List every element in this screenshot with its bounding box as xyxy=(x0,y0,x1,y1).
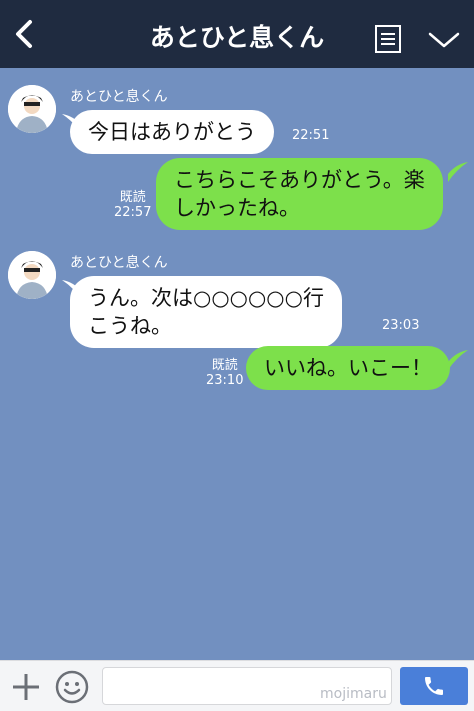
bubble-tail xyxy=(448,350,468,370)
message-bubble[interactable]: こちらこそありがとう。楽 しかったね。 xyxy=(156,158,443,230)
chat-area[interactable]: あとひと息くん 今日はありがとう 22:51 既読 22:57 こちらこそありが… xyxy=(0,68,474,660)
message-bubble[interactable]: うん。次は○○○○○○行 こうね。 xyxy=(70,276,342,348)
message-time: 23:10 xyxy=(206,373,244,388)
back-icon[interactable] xyxy=(10,16,38,52)
sender-name: あとひと息くん xyxy=(70,89,168,105)
message-line: こちらこそありがとう。楽 xyxy=(174,168,425,192)
avatar-person-icon xyxy=(8,85,56,133)
avatar[interactable] xyxy=(8,85,56,133)
message-composer: mojimaru xyxy=(0,660,474,711)
message-input[interactable] xyxy=(102,667,392,705)
chat-header: あとひと息くん xyxy=(0,0,474,68)
message-time: 23:03 xyxy=(382,318,420,333)
read-receipt: 既読 23:10 xyxy=(206,358,243,388)
phone-icon xyxy=(425,677,443,695)
call-button[interactable] xyxy=(400,667,468,705)
message-line: うん。次は○○○○○○行 xyxy=(88,286,324,310)
smiley-icon[interactable] xyxy=(54,669,90,705)
chevron-down-icon[interactable] xyxy=(428,30,460,50)
read-label: 既読 xyxy=(211,358,238,373)
message-line: しかったね。 xyxy=(174,196,300,220)
message-time: 22:57 xyxy=(114,205,152,220)
message-line: 今日はありがとう xyxy=(88,120,256,144)
plus-icon[interactable] xyxy=(10,671,42,703)
sender-name: あとひと息くん xyxy=(70,255,168,271)
message-bubble[interactable]: いいね。いこー！ xyxy=(246,346,450,390)
message-time: 22:51 xyxy=(292,128,330,143)
chat-title: あとひと息くん xyxy=(149,23,325,52)
read-label: 既読 xyxy=(119,190,146,205)
read-receipt: 既読 22:57 xyxy=(114,190,151,220)
avatar-person-icon xyxy=(8,251,56,299)
message-bubble[interactable]: 今日はありがとう xyxy=(70,110,274,154)
message-line: いいね。いこー！ xyxy=(264,356,432,380)
message-line: こうね。 xyxy=(88,314,172,338)
notes-icon[interactable] xyxy=(374,24,402,54)
avatar[interactable] xyxy=(8,251,56,299)
bubble-tail xyxy=(448,162,468,182)
